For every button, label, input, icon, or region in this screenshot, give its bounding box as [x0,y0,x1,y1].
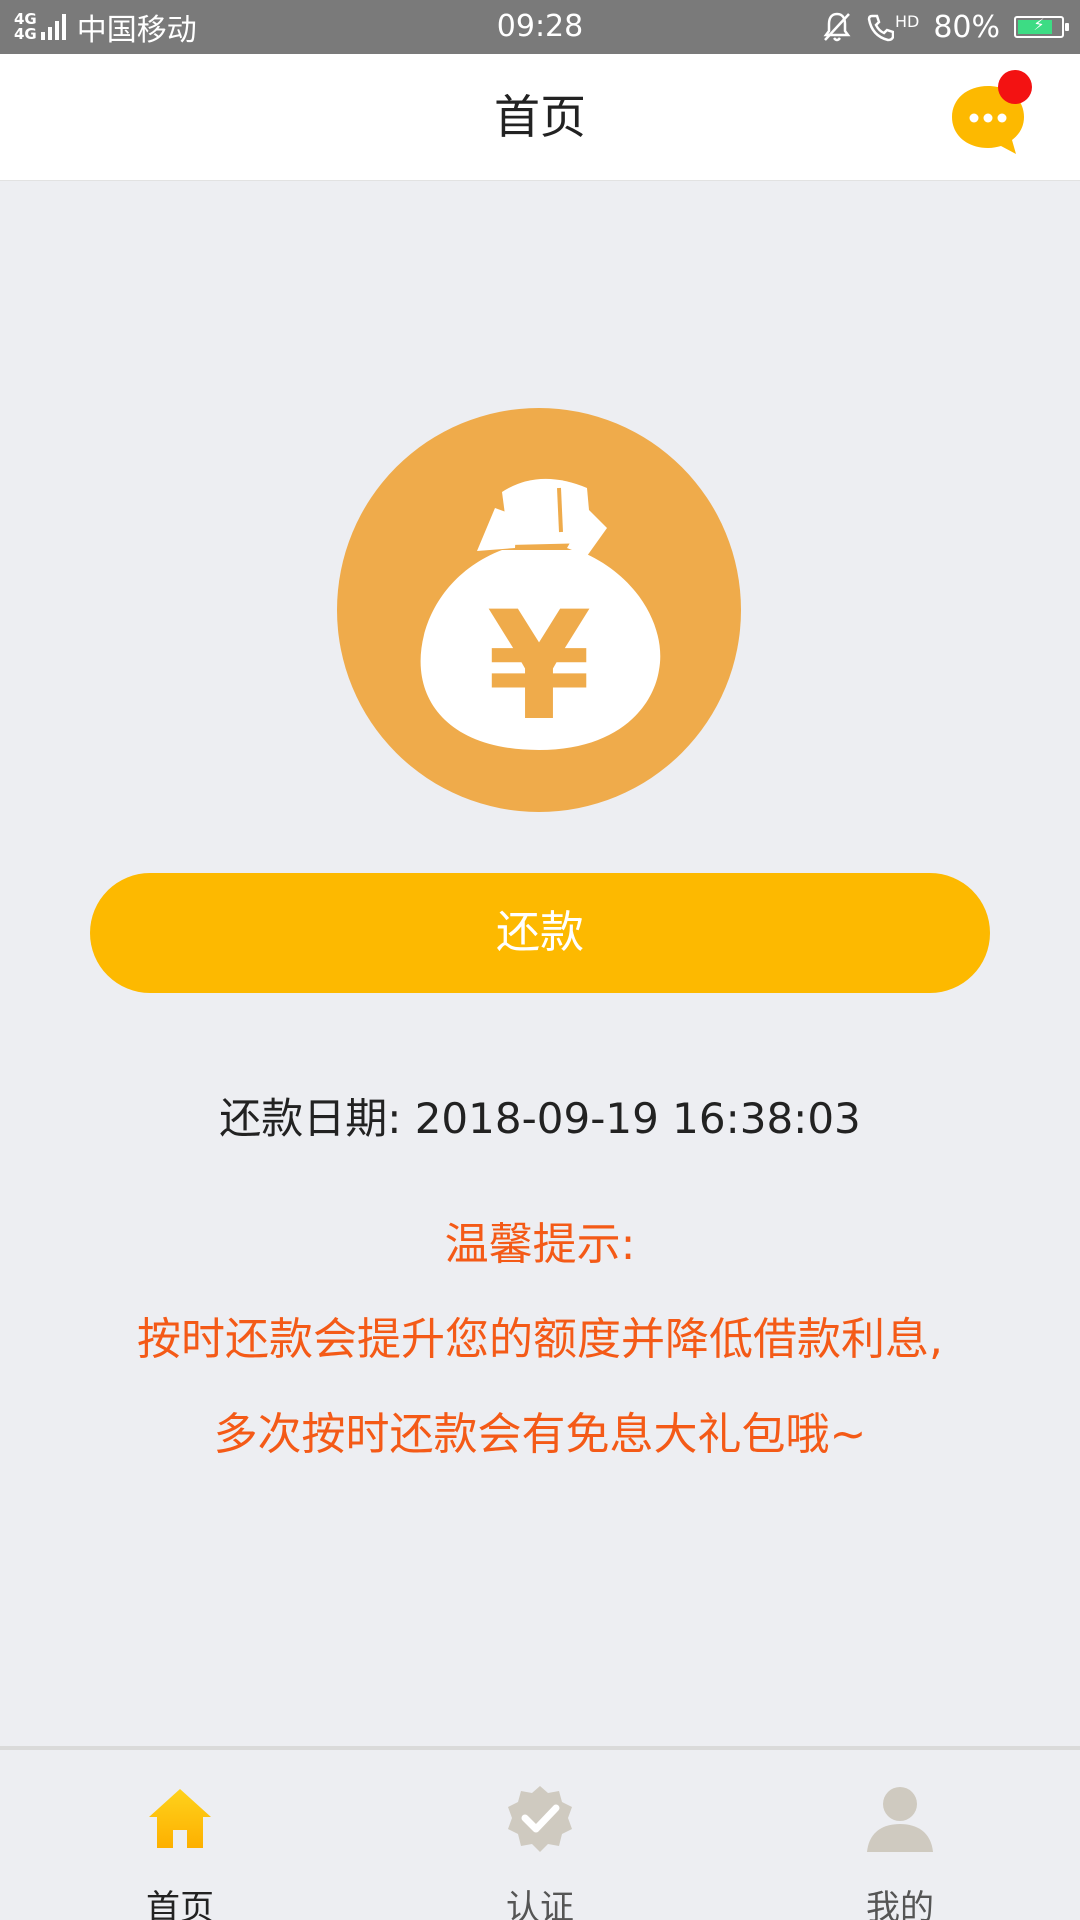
money-bag-icon: ¥ [337,408,741,812]
tab-label: 首页 [146,1888,214,1920]
unread-badge [998,70,1032,104]
tab-home[interactable]: 首页 [0,1750,360,1920]
tab-bar: 首页 认证 我的 [0,1746,1080,1920]
home-icon [149,1789,211,1848]
battery-percent: 80% [933,9,1000,45]
battery-icon: ⚡ [1014,15,1069,38]
tip-title: 温馨提示: [444,1219,636,1270]
tab-label: 认证 [506,1888,574,1920]
user-icon [867,1787,933,1852]
charging-bolt-icon: ⚡ [1033,15,1045,34]
volte-call-icon: HD [866,12,919,42]
mute-bell-icon [823,12,851,42]
hd-label: HD [894,12,920,31]
verified-badge-icon [508,1786,572,1852]
status-right: HD 80% ⚡ [822,0,1069,54]
message-button[interactable] [946,70,1032,160]
app-header: 首页 [0,54,1080,181]
tab-mine[interactable]: 我的 [720,1750,1080,1920]
tab-verify[interactable]: 认证 [360,1750,720,1920]
yuan-symbol: ¥ [487,580,591,754]
repay-date: 还款日期: 2018-09-19 16:38:03 [219,1094,861,1143]
tab-label: 我的 [866,1888,934,1920]
repay-button[interactable]: 还款 [90,873,990,993]
page-title: 首页 [494,90,586,144]
tip-line-1: 按时还款会提升您的额度并降低借款利息, [137,1314,943,1365]
screen: 4G 4G 中国移动 09:28 HD 80% ⚡ 首页 ¥ 还款 还款日期: … [0,0,1080,1920]
status-bar: 4G 4G 中国移动 09:28 HD 80% ⚡ [0,0,1080,54]
tip-line-2: 多次按时还款会有免息大礼包哦~ [213,1409,867,1460]
